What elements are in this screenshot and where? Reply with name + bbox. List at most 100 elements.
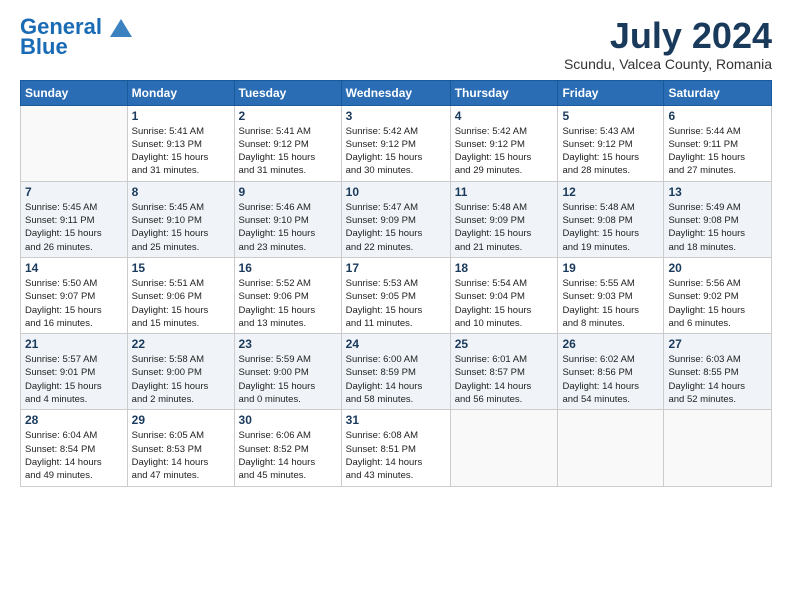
day-info: Sunrise: 6:06 AM Sunset: 8:52 PM Dayligh…	[239, 429, 337, 482]
calendar-cell: 29Sunrise: 6:05 AM Sunset: 8:53 PM Dayli…	[127, 410, 234, 486]
calendar-cell: 11 Sunrise: 5:48 AM Sunset: 9:09 PM Dayli…	[450, 181, 558, 257]
calendar-cell: 30 Sunrise: 6:06 AM Sunset: 8:52 PM Dayli…	[234, 410, 341, 486]
day-number: 2	[239, 109, 337, 123]
day-number: 8	[132, 185, 230, 199]
day-info: Sunrise: 5:56 AM Sunset: 9:02 PM Dayligh…	[668, 277, 767, 330]
day-number: 18	[455, 261, 554, 275]
day-info: Sunrise: 5:57 AM Sunset: 9:01 PM Dayligh…	[25, 353, 123, 406]
calendar-cell: 9 Sunrise: 5:46 AM Sunset: 9:10 PM Daylig…	[234, 181, 341, 257]
calendar-cell: 5 Sunrise: 5:43 AM Sunset: 9:12 PM Daylig…	[558, 105, 664, 181]
calendar-cell: 8 Sunrise: 5:45 AM Sunset: 9:10 PM Daylig…	[127, 181, 234, 257]
day-number: 22	[132, 337, 230, 351]
calendar-cell: 25 Sunrise: 6:01 AM Sunset: 8:57 PM Dayli…	[450, 334, 558, 410]
weekday-header-wednesday: Wednesday	[341, 80, 450, 105]
day-info: Sunrise: 5:50 AM Sunset: 9:07 PM Dayligh…	[25, 277, 123, 330]
calendar-cell: 2Sunrise: 5:41 AM Sunset: 9:12 PM Daylig…	[234, 105, 341, 181]
day-info: Sunrise: 5:52 AM Sunset: 9:06 PM Dayligh…	[239, 277, 337, 330]
calendar-cell	[664, 410, 772, 486]
day-number: 3	[346, 109, 446, 123]
weekday-header-thursday: Thursday	[450, 80, 558, 105]
weekday-header-monday: Monday	[127, 80, 234, 105]
calendar-week-row: 1 Sunrise: 5:41 AM Sunset: 9:13 PM Daylig…	[21, 105, 772, 181]
day-number: 11	[455, 185, 554, 199]
calendar-week-row: 14Sunrise: 5:50 AM Sunset: 9:07 PM Dayli…	[21, 257, 772, 333]
day-number: 13	[668, 185, 767, 199]
logo-icon	[110, 19, 132, 37]
day-number: 31	[346, 413, 446, 427]
calendar-cell: 14Sunrise: 5:50 AM Sunset: 9:07 PM Dayli…	[21, 257, 128, 333]
weekday-header-saturday: Saturday	[664, 80, 772, 105]
calendar-table: SundayMondayTuesdayWednesdayThursdayFrid…	[20, 80, 772, 487]
day-info: Sunrise: 5:48 AM Sunset: 9:09 PM Dayligh…	[455, 201, 554, 254]
day-info: Sunrise: 5:42 AM Sunset: 9:12 PM Dayligh…	[346, 125, 446, 178]
day-info: Sunrise: 5:41 AM Sunset: 9:13 PM Dayligh…	[132, 125, 230, 178]
day-info: Sunrise: 6:03 AM Sunset: 8:55 PM Dayligh…	[668, 353, 767, 406]
day-info: Sunrise: 5:48 AM Sunset: 9:08 PM Dayligh…	[562, 201, 659, 254]
calendar-cell	[21, 105, 128, 181]
logo-area: General Blue	[20, 16, 132, 60]
day-number: 1	[132, 109, 230, 123]
weekday-header-row: SundayMondayTuesdayWednesdayThursdayFrid…	[21, 80, 772, 105]
day-info: Sunrise: 5:47 AM Sunset: 9:09 PM Dayligh…	[346, 201, 446, 254]
day-info: Sunrise: 6:05 AM Sunset: 8:53 PM Dayligh…	[132, 429, 230, 482]
calendar-cell: 7 Sunrise: 5:45 AM Sunset: 9:11 PM Daylig…	[21, 181, 128, 257]
calendar-week-row: 28 Sunrise: 6:04 AM Sunset: 8:54 PM Dayli…	[21, 410, 772, 486]
day-info: Sunrise: 5:58 AM Sunset: 9:00 PM Dayligh…	[132, 353, 230, 406]
calendar-cell: 4Sunrise: 5:42 AM Sunset: 9:12 PM Daylig…	[450, 105, 558, 181]
calendar-week-row: 21Sunrise: 5:57 AM Sunset: 9:01 PM Dayli…	[21, 334, 772, 410]
day-number: 25	[455, 337, 554, 351]
month-title: July 2024	[564, 16, 772, 56]
day-number: 17	[346, 261, 446, 275]
calendar-cell: 17 Sunrise: 5:53 AM Sunset: 9:05 PM Dayli…	[341, 257, 450, 333]
day-number: 10	[346, 185, 446, 199]
day-info: Sunrise: 5:54 AM Sunset: 9:04 PM Dayligh…	[455, 277, 554, 330]
calendar-cell: 24Sunrise: 6:00 AM Sunset: 8:59 PM Dayli…	[341, 334, 450, 410]
day-info: Sunrise: 6:04 AM Sunset: 8:54 PM Dayligh…	[25, 429, 123, 482]
day-number: 12	[562, 185, 659, 199]
calendar-cell: 26 Sunrise: 6:02 AM Sunset: 8:56 PM Dayli…	[558, 334, 664, 410]
day-number: 7	[25, 185, 123, 199]
calendar-week-row: 7 Sunrise: 5:45 AM Sunset: 9:11 PM Daylig…	[21, 181, 772, 257]
calendar-cell: 31Sunrise: 6:08 AM Sunset: 8:51 PM Dayli…	[341, 410, 450, 486]
day-number: 5	[562, 109, 659, 123]
day-number: 9	[239, 185, 337, 199]
day-info: Sunrise: 5:51 AM Sunset: 9:06 PM Dayligh…	[132, 277, 230, 330]
calendar-cell: 10 Sunrise: 5:47 AM Sunset: 9:09 PM Dayli…	[341, 181, 450, 257]
day-number: 30	[239, 413, 337, 427]
day-number: 4	[455, 109, 554, 123]
day-info: Sunrise: 5:55 AM Sunset: 9:03 PM Dayligh…	[562, 277, 659, 330]
calendar-cell	[558, 410, 664, 486]
page: General Blue July 2024 Scundu, Valcea Co…	[0, 0, 792, 612]
day-number: 15	[132, 261, 230, 275]
day-info: Sunrise: 5:46 AM Sunset: 9:10 PM Dayligh…	[239, 201, 337, 254]
day-number: 19	[562, 261, 659, 275]
day-info: Sunrise: 6:02 AM Sunset: 8:56 PM Dayligh…	[562, 353, 659, 406]
calendar-cell: 6Sunrise: 5:44 AM Sunset: 9:11 PM Daylig…	[664, 105, 772, 181]
day-info: Sunrise: 5:59 AM Sunset: 9:00 PM Dayligh…	[239, 353, 337, 406]
calendar-cell: 28 Sunrise: 6:04 AM Sunset: 8:54 PM Dayli…	[21, 410, 128, 486]
logo-blue: Blue	[20, 34, 68, 60]
day-number: 28	[25, 413, 123, 427]
day-number: 26	[562, 337, 659, 351]
day-info: Sunrise: 5:45 AM Sunset: 9:10 PM Dayligh…	[132, 201, 230, 254]
day-number: 23	[239, 337, 337, 351]
calendar-cell: 15 Sunrise: 5:51 AM Sunset: 9:06 PM Dayli…	[127, 257, 234, 333]
calendar-cell: 1 Sunrise: 5:41 AM Sunset: 9:13 PM Daylig…	[127, 105, 234, 181]
weekday-header-friday: Friday	[558, 80, 664, 105]
day-info: Sunrise: 5:43 AM Sunset: 9:12 PM Dayligh…	[562, 125, 659, 178]
day-info: Sunrise: 5:53 AM Sunset: 9:05 PM Dayligh…	[346, 277, 446, 330]
day-info: Sunrise: 5:49 AM Sunset: 9:08 PM Dayligh…	[668, 201, 767, 254]
day-number: 6	[668, 109, 767, 123]
day-info: Sunrise: 6:01 AM Sunset: 8:57 PM Dayligh…	[455, 353, 554, 406]
day-number: 20	[668, 261, 767, 275]
calendar-cell: 20 Sunrise: 5:56 AM Sunset: 9:02 PM Dayli…	[664, 257, 772, 333]
location-title: Scundu, Valcea County, Romania	[564, 56, 772, 72]
calendar-cell: 18 Sunrise: 5:54 AM Sunset: 9:04 PM Dayli…	[450, 257, 558, 333]
day-info: Sunrise: 6:00 AM Sunset: 8:59 PM Dayligh…	[346, 353, 446, 406]
day-number: 16	[239, 261, 337, 275]
header: General Blue July 2024 Scundu, Valcea Co…	[20, 16, 772, 72]
calendar-cell: 3 Sunrise: 5:42 AM Sunset: 9:12 PM Daylig…	[341, 105, 450, 181]
day-info: Sunrise: 5:45 AM Sunset: 9:11 PM Dayligh…	[25, 201, 123, 254]
calendar-cell: 22 Sunrise: 5:58 AM Sunset: 9:00 PM Dayli…	[127, 334, 234, 410]
calendar-cell	[450, 410, 558, 486]
